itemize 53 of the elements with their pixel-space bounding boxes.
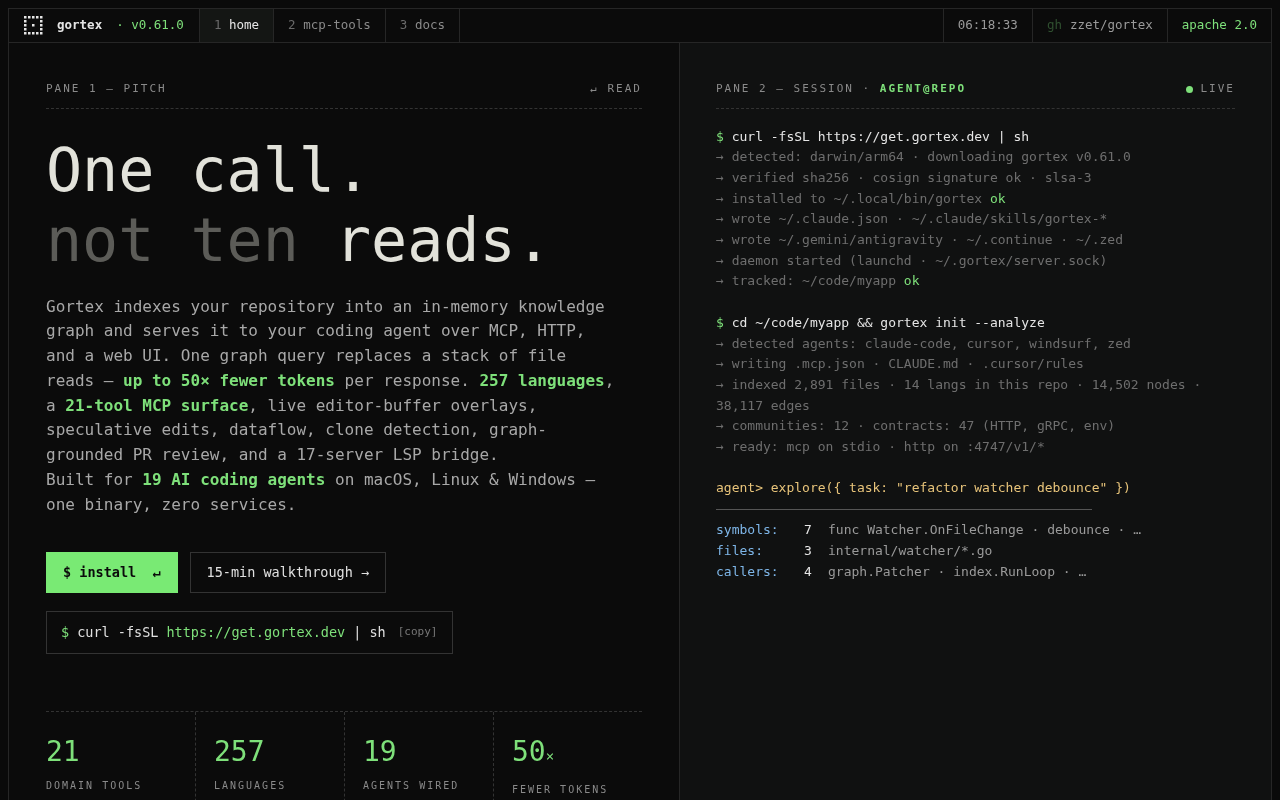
stat-label: FEWER TOKENS <box>512 782 610 797</box>
clock: 06:18:33 <box>942 9 1032 42</box>
stat-value: 50× <box>512 733 556 770</box>
result-text: func Watcher.OnFileChange · debounce · … <box>828 521 1142 540</box>
nav-tab[interactable]: 2 mcp-tools <box>274 9 386 42</box>
result-count: 7 <box>804 521 813 540</box>
terminal-output: → detected: darwin/arm64 · downloading gortex v0.61.0 <box>716 148 1132 167</box>
repo-link[interactable]: gh zzet/gortex <box>1031 9 1167 42</box>
nav-tab[interactable]: 1 home <box>199 9 275 42</box>
agent-prompt: agent> explore({ task: "refactor watcher debounce" }) <box>716 479 1132 498</box>
pane-label: PANE 1 — PITCH <box>46 81 167 97</box>
result-count: 3 <box>804 541 813 560</box>
terminal-output: → indexed 2,891 files · 14 langs in this repo · 14,502 nodes · 38,117 edges <box>716 375 1203 415</box>
brand-name: gortex <box>57 16 103 35</box>
result-text: internal/watcher/*.go <box>828 541 993 560</box>
description-paragraph: Gortex indexes your repository into an in-memory knowledge graph and serves it to your coding agent over MCP, HTTP, and a web UI. One graph query replaces a stack of file reads — up to 50× fewer tokens per response. 257 languages, a 21-tool MCP surface, live editor-buffer overlays, speculative edits, dataflow, clone detection, graph-grounded PR review, and a 17-server LSP bridge. <box>46 295 616 467</box>
pane-label: PANE 2 — SESSION · AGENT@REPO <box>716 81 967 97</box>
license-label: apache 2.0 <box>1166 9 1271 42</box>
live-status: LIVE <box>1200 81 1235 97</box>
result-text: graph.Patcher · index.RunLoop · … <box>828 562 1087 581</box>
terminal-output: → installed to ~/.local/bin/gortex ok <box>716 189 1007 208</box>
terminal-command: $ curl -fsSL https://get.gortex.dev | sh <box>716 127 1031 146</box>
terminal-output: → verified sha256 · cosign signature ok · slsa-3 <box>716 168 1093 187</box>
description-paragraph: Built for 19 AI coding agents on macOS, Linux & Windows — one binary, zero services. <box>46 469 597 516</box>
install-button[interactable]: $ install ↵ <box>46 551 178 593</box>
result-key: callers: <box>716 561 804 583</box>
nav-tab[interactable]: 3 docs <box>385 9 461 42</box>
result-count: 4 <box>804 562 813 581</box>
version-label: · v0.61.0 <box>116 16 184 35</box>
logo-icon <box>24 16 43 35</box>
terminal-output: → wrote ~/.gemini/antigravity · ~/.continue · ~/.zed <box>716 231 1124 249</box>
terminal-output: → daemon started (launchd · ~/.gortex/server.sock) <box>716 251 1109 270</box>
result-key: files: <box>716 540 804 562</box>
terminal-output: → detected agents: claude-code, cursor, windsurf, zed <box>716 334 1132 353</box>
stat-label: AGENTS WIRED <box>363 778 461 793</box>
read-hint: ↵ READ <box>590 81 642 97</box>
copy-button[interactable]: [copy] <box>397 623 438 641</box>
stat-label: DOMAIN TOOLS <box>46 778 144 793</box>
headline: One call. <box>46 134 373 205</box>
terminal-output: → ready: mcp on stdio · http on :4747/v1/* <box>716 438 1046 457</box>
terminal-command: $ cd ~/code/myapp && gortex init --analyze <box>716 313 1046 332</box>
headline: not ten reads. <box>46 204 553 275</box>
result-key: symbols: <box>716 520 804 541</box>
terminal-output: → wrote ~/.claude.json · ~/.claude/skills/gortex-* <box>716 210 1109 229</box>
terminal-output: → writing .mcp.json · CLAUDE.md · .cursor/rules <box>716 355 1085 374</box>
terminal-output: → communities: 12 · contracts: 47 (HTTP, gRPC, env) <box>716 417 1117 436</box>
walkthrough-button[interactable]: 15-min walkthrough → <box>189 551 387 593</box>
stat-value: 19 <box>363 733 398 770</box>
stat-value: 21 <box>46 733 81 770</box>
install-snippet: $ curl -fsSL https://get.gortex.dev | sh [copy] <box>46 610 453 654</box>
terminal-output: → tracked: ~/code/myapp ok <box>716 272 921 291</box>
stat-value: 257 <box>214 733 266 770</box>
stat-label: LANGUAGES <box>214 778 288 793</box>
